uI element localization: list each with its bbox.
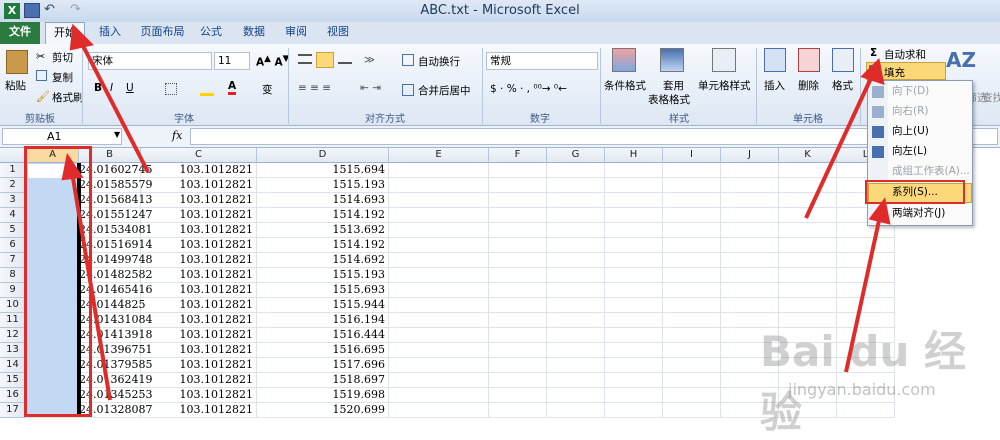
arrow-to-fill <box>804 75 874 219</box>
arrow-head <box>860 57 885 85</box>
arrow-to-column-a <box>70 171 112 401</box>
arrow-head <box>61 152 84 181</box>
arrow-head <box>868 197 891 225</box>
arrow-head <box>69 23 94 51</box>
arrow-to-home-tab <box>78 39 150 173</box>
watermark-url: jingyan.baidu.com <box>788 380 936 399</box>
watermark-brand: Bai du 经验 <box>760 327 966 437</box>
